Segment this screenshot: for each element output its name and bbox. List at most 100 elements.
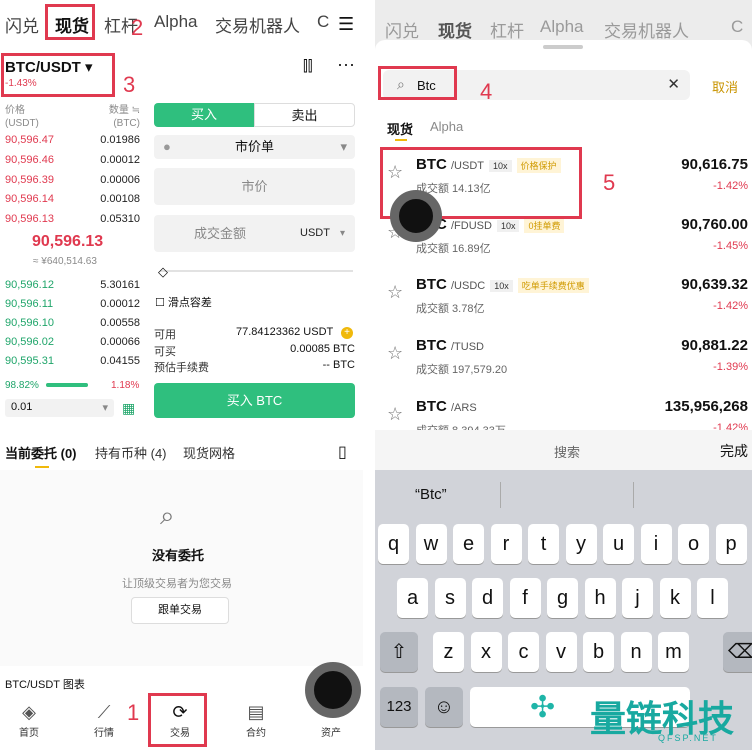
emoji-key-icon[interactable]: ☺ [425,687,463,727]
key-k[interactable]: k [659,578,691,618]
key-s[interactable]: s [434,578,466,618]
done-button[interactable]: 完成 [720,441,748,461]
filter-tab-alpha[interactable]: Alpha [430,119,463,134]
key-v[interactable]: v [545,632,577,672]
tab-open-orders[interactable]: 当前委托 (0) [5,443,77,462]
key-m[interactable]: m [658,632,689,672]
key-e[interactable]: e [453,524,484,564]
wallet-icon [306,702,356,724]
chart-link[interactable]: BTC/USDT 图表 [5,676,85,692]
tab-alpha: Alpha [540,17,584,36]
star-icon[interactable]: ☆ [387,343,403,364]
key-x[interactable]: x [470,632,502,672]
search-sheet: ⌕ Btc ✕ 取消 4 现货 Alpha ☆ BTC /USDT 10x 价格保护成… [375,40,752,430]
tab-margin: 杠杆 [490,22,524,41]
key-n[interactable]: n [620,632,652,672]
highlight-box [148,693,207,747]
slippage-checkbox[interactable]: ☐ 滑点容差 [155,294,212,310]
tab-trading-bot[interactable]: 交易机器人 [215,12,300,37]
orderbook-layout-icon[interactable]: ▦ [122,400,135,417]
key-g[interactable]: g [547,578,578,618]
copy-trade-button[interactable]: 跟单交易 [131,597,229,624]
more-icon[interactable]: ··· [337,54,355,75]
available-label: 可用 [154,329,176,341]
buy-btc-button[interactable]: 买入 BTC [154,383,355,418]
active-tab-indicator [395,139,407,141]
tab-spot: 现货 [438,22,472,41]
tab-flash-swap[interactable]: 闪兑 [5,12,39,37]
annotation-4: 4 [480,79,493,104]
keyboard-title: 搜索 [554,445,581,460]
nav-markets[interactable]: ⟋ 行情 [79,702,129,739]
key-b[interactable]: b [583,632,614,672]
key-y[interactable]: y [565,524,597,564]
menu-icon[interactable]: ☰ [338,14,354,35]
nav-home[interactable]: ◈ 首页 [4,702,54,739]
ratio-bar [46,383,88,387]
candlestick-icon[interactable]: ⫿⫿ [303,58,313,75]
buy-tab[interactable]: 买入 [154,103,254,127]
tab-alpha[interactable]: Alpha [154,12,197,32]
chevron-down-icon: ▾ [340,139,347,154]
tab-spot-grid[interactable]: 现货网格 [183,443,235,462]
amount-input[interactable]: 成交金额 USDT ▾ [154,215,355,252]
price-input[interactable]: 市价 [154,168,355,205]
suggestion[interactable]: “Btc” [415,486,447,503]
divider [633,482,634,508]
annotation-5: 5 [603,170,616,195]
empty-title: 没有委托 [152,548,205,563]
can-buy-label: 可买 [154,346,176,358]
backspace-key-icon[interactable]: ⌫ [723,632,752,672]
slider-handle[interactable]: ◇ [158,264,168,280]
cancel-button[interactable]: 取消 [712,77,738,96]
star-icon[interactable]: ☆ [387,404,403,425]
result-row[interactable]: ☆ BTC /USDC 10x 吃单手续费优惠 成交额 3.78亿 90,639.32 -1… [375,268,752,328]
star-icon[interactable]: ☆ [387,282,403,303]
available-value: 77.84123362 USDT [236,326,334,338]
amount-slider[interactable] [160,270,353,272]
key-d[interactable]: d [472,578,503,618]
tab-more[interactable]: C [317,12,329,32]
key-c[interactable]: c [508,632,539,672]
key-j[interactable]: j [622,578,653,618]
key-f[interactable]: f [509,578,541,618]
order-history-icon[interactable]: ▯ [338,442,347,462]
futures-icon: ▤ [247,702,265,722]
key-z[interactable]: z [433,632,464,672]
add-funds-icon[interactable]: + [341,327,353,339]
key-p[interactable]: p [715,524,747,564]
depth-select[interactable]: 0.01 ▾ [5,399,114,417]
result-row[interactable]: ☆ BTC /TUSD 成交额 197,579.20 90,881.22 -1.39% [375,329,752,389]
buy-ratio: 98.82% [5,380,39,391]
order-type-select[interactable]: ● 市价单 ▾ [154,135,355,159]
key-t[interactable]: t [528,524,559,564]
home-icon: ◈ [22,702,36,722]
key-r[interactable]: r [490,524,522,564]
keyboard-toolbar: 搜索 完成 [375,430,752,470]
tab-holdings[interactable]: 持有币种 (4) [95,443,167,462]
key-a[interactable]: a [397,578,428,618]
fee-value: -- BTC [322,359,355,371]
key-i[interactable]: i [640,524,672,564]
key-o[interactable]: o [678,524,709,564]
key-l[interactable]: l [697,578,728,618]
key-u[interactable]: u [603,524,634,564]
key-q[interactable]: q [378,524,409,564]
sell-tab[interactable]: 卖出 [254,103,355,127]
key-h[interactable]: h [584,578,616,618]
clear-icon[interactable]: ✕ [667,75,680,93]
key-w[interactable]: w [415,524,447,564]
highlight-box [45,4,95,40]
result-row[interactable]: ☆BTC /ARS成交额 8,394.33万135,956,268-1.42% [375,390,752,430]
annotation-2: 2 [131,15,144,40]
numbers-key[interactable]: 123 [380,687,418,727]
mid-price-cny: ≈ ¥640,514.63 [33,256,97,267]
search-screen: 闪兑 现货 杠杆 Alpha 交易机器人 C ⌕ Btc ✕ 取消 4 现货 A… [375,0,752,750]
sheet-handle[interactable] [543,45,583,49]
nav-futures[interactable]: ▤ 合约 [231,702,281,739]
nav-assets[interactable]: 资产 [306,702,356,739]
filter-tab-spot[interactable]: 现货 [387,119,413,138]
shift-key-icon[interactable]: ⇧ [380,632,418,672]
empty-search-icon: ⌕ [160,500,175,530]
chart-icon: ⟋ [97,702,111,722]
